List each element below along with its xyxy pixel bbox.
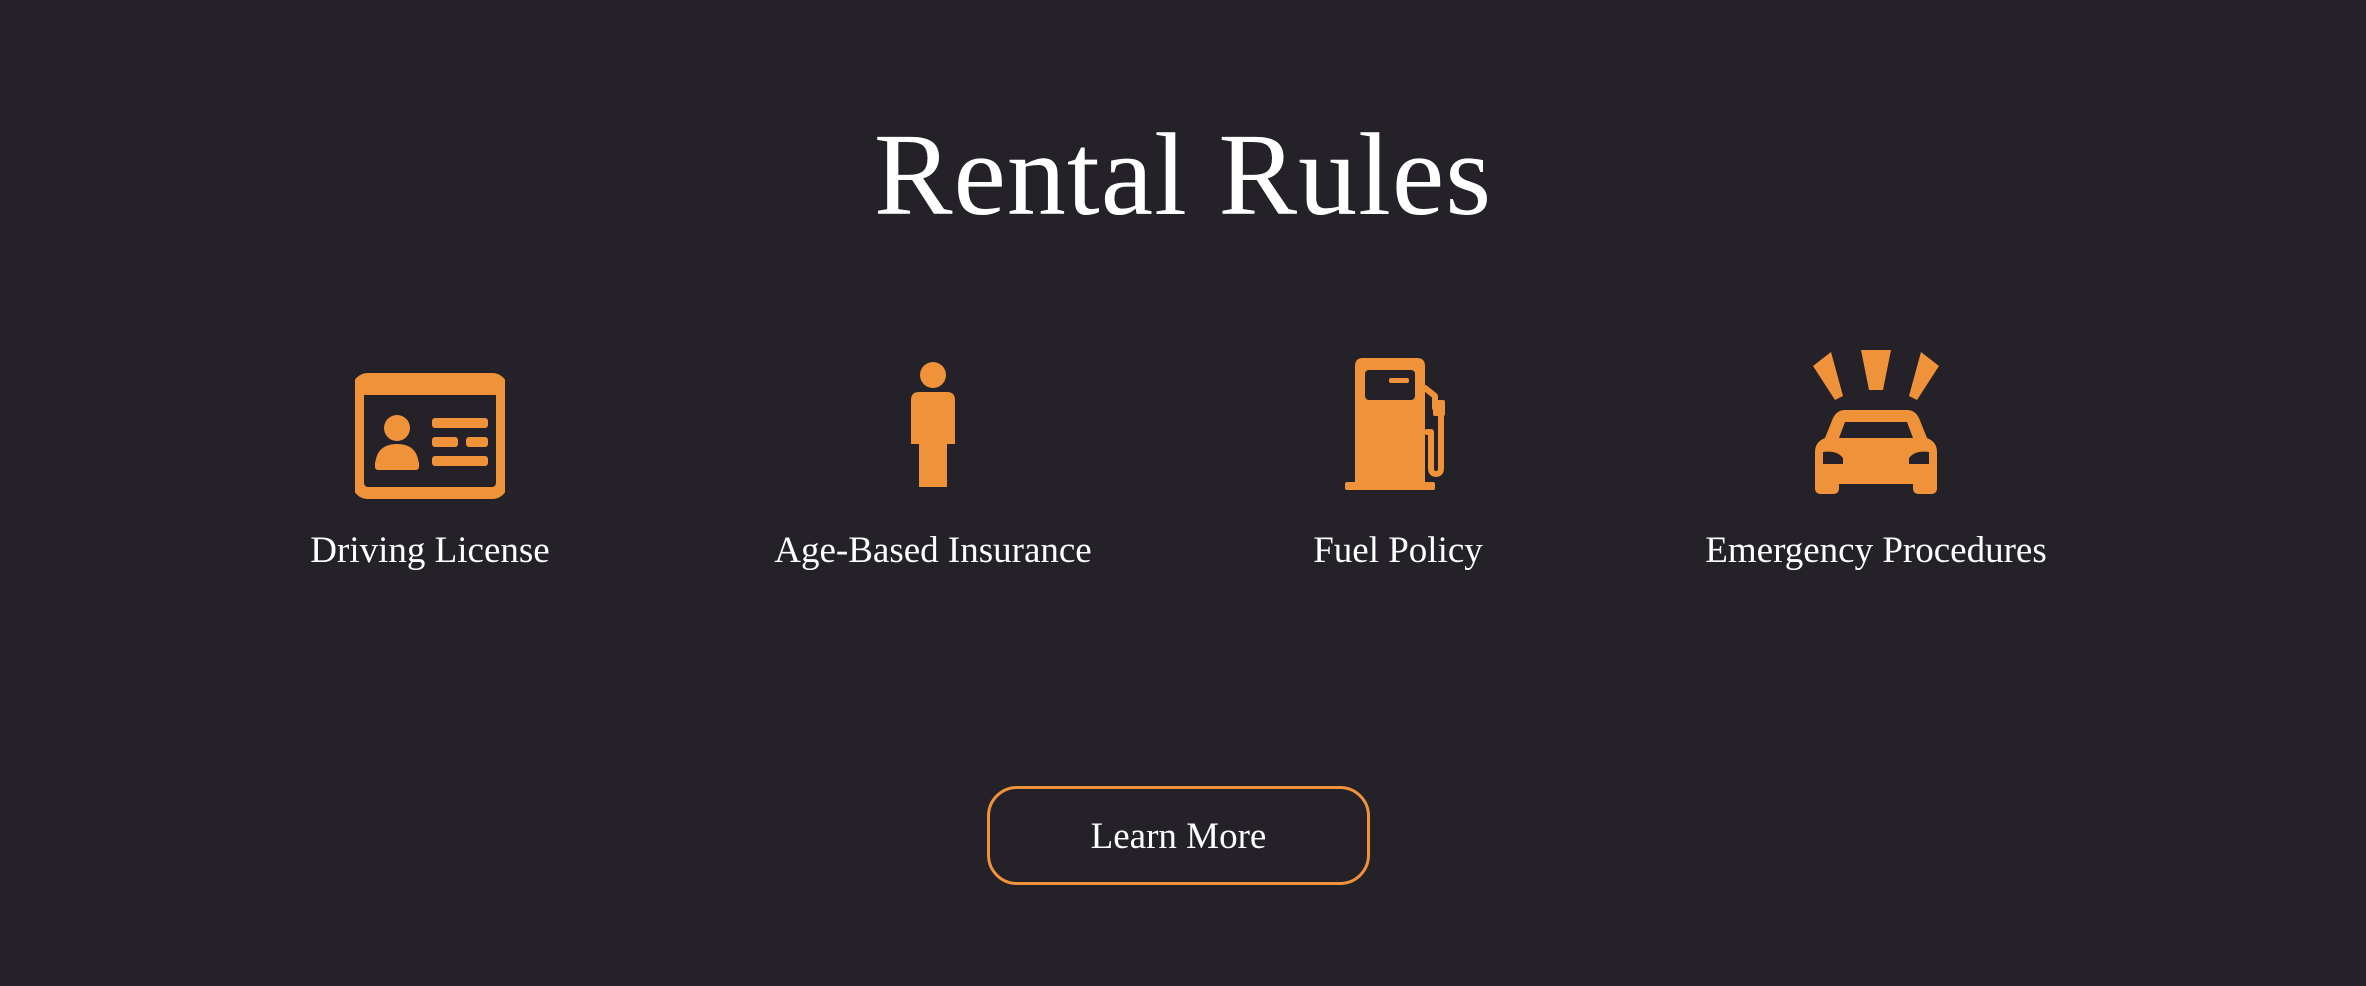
id-card-icon xyxy=(355,373,505,499)
gas-pump-icon-wrap xyxy=(1138,348,1658,508)
feature-label: Age-Based Insurance xyxy=(774,530,1092,571)
gas-pump-icon xyxy=(1345,358,1445,490)
learn-more-button[interactable]: Learn More xyxy=(987,786,1370,885)
feature-label: Fuel Policy xyxy=(1313,530,1483,571)
feature-driving-license: Driving License xyxy=(170,348,690,588)
feature-emergency-procedures: Emergency Procedures xyxy=(1616,348,2136,588)
car-crash-icon-wrap xyxy=(1616,348,2136,508)
person-icon xyxy=(911,362,955,487)
feature-age-based-insurance: Age-Based Insurance xyxy=(673,348,1193,588)
rental-rules-section: Rental Rules Driving License Age-Based I… xyxy=(0,0,2366,986)
car-crash-icon xyxy=(1813,350,1939,494)
id-card-icon-wrap xyxy=(170,348,690,508)
person-icon-wrap xyxy=(673,348,1193,508)
feature-label: Emergency Procedures xyxy=(1705,530,2047,571)
feature-label: Driving License xyxy=(310,530,550,571)
feature-fuel-policy: Fuel Policy xyxy=(1138,348,1658,588)
page-title: Rental Rules xyxy=(873,109,1493,240)
